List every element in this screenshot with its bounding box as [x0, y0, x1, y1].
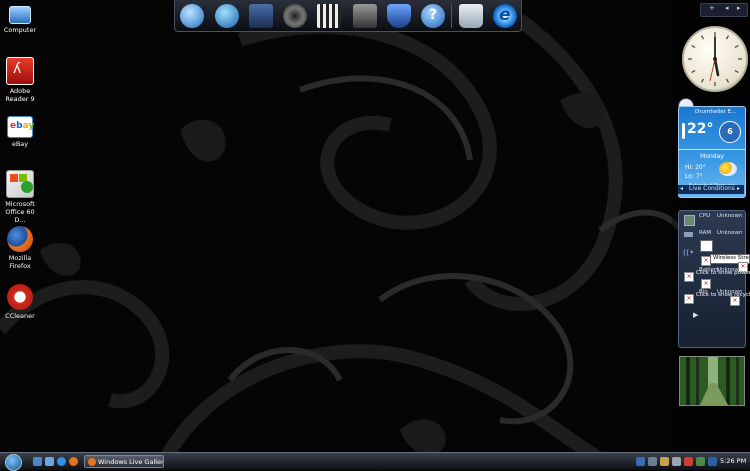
ram-label: RAM	[699, 230, 712, 236]
next-gadgets-button[interactable]: ▸	[737, 4, 741, 12]
weather-prev-button[interactable]: ◂	[680, 185, 683, 192]
forecast-day: Monday	[700, 153, 724, 160]
tray-network-icon[interactable]	[636, 457, 645, 466]
tray-volume-icon[interactable]	[648, 457, 657, 466]
recycle-bin-icon[interactable]	[459, 4, 483, 28]
desktop-icon-label: Microsoft Office 60 D...	[5, 200, 35, 224]
desktop-icon-ebay[interactable]: ebay eBay	[0, 116, 40, 148]
previous-gadgets-button[interactable]: ◂	[725, 4, 729, 12]
camera-icon[interactable]	[249, 4, 273, 28]
weather-next-button[interactable]: ▸	[737, 185, 740, 192]
ccleaner-icon	[7, 284, 33, 310]
weather-divider	[679, 149, 745, 150]
desktop-icon-ccleaner[interactable]: CCleaner	[0, 284, 40, 320]
firefox-quicklaunch-icon[interactable]	[69, 457, 78, 466]
desktop-icon-label: CCleaner	[5, 312, 35, 320]
thermometer-icon	[682, 123, 685, 139]
widget-placeholder	[700, 240, 713, 252]
slideshow-gadget[interactable]	[679, 356, 745, 406]
show-desktop-icon[interactable]	[33, 457, 42, 466]
clock-face	[688, 32, 742, 86]
recycle-prompt[interactable]: Click to show recycl	[696, 292, 750, 302]
weather-bar-label: Live Conditions	[689, 185, 735, 192]
tray-icon[interactable]	[708, 457, 717, 466]
clock-gadget[interactable]	[682, 26, 748, 92]
computer-icon	[9, 6, 31, 24]
desktop-icon-label: Mozilla Firefox	[8, 254, 32, 270]
help-icon[interactable]: ?	[421, 4, 445, 28]
office-icon	[6, 170, 34, 198]
switch-windows-icon[interactable]	[45, 457, 54, 466]
tray-icon[interactable]	[672, 457, 681, 466]
sidebar-controls: + ◂ ▸	[700, 3, 748, 17]
adobe-reader-icon: ʎ	[6, 57, 34, 85]
start-button[interactable]	[2, 453, 24, 471]
wireless-icon: ((•	[683, 248, 694, 257]
forecast-high: Hi: 20°	[685, 164, 706, 171]
tray-icon[interactable]	[660, 457, 669, 466]
partly-cloudy-icon	[719, 162, 737, 176]
desktop-icon-label: eBay	[11, 140, 29, 148]
desktop-icon-computer[interactable]: Computer	[0, 4, 40, 34]
taskbar-button-label: Windows Live Galler...	[98, 458, 164, 466]
windows-logo-icon	[5, 454, 22, 471]
broken-image-icon: ×	[684, 294, 694, 304]
taskbar-button-windows-live-gallery[interactable]: Windows Live Galler...	[84, 455, 164, 468]
forest-photo	[680, 357, 744, 405]
add-gadget-button[interactable]: +	[709, 4, 715, 12]
hour-hand	[713, 57, 720, 77]
dock-separator	[451, 4, 452, 28]
desktop-icon-label: Adobe Reader 9	[5, 87, 35, 103]
speaker-icon[interactable]	[283, 4, 307, 28]
broken-image-icon: ×	[730, 296, 740, 306]
cpu-icon	[684, 215, 695, 226]
globe-icon[interactable]	[215, 4, 239, 28]
weather-temperature: 22°	[687, 121, 714, 137]
mail-icon[interactable]	[180, 4, 204, 28]
cpu-value: Unknown	[717, 213, 743, 219]
cpu-label: CPU	[699, 213, 711, 219]
weather-uv-index: 6	[719, 121, 741, 143]
firefox-icon	[88, 458, 96, 466]
dock-bar: ? e	[174, 0, 522, 32]
pencil-cup-icon[interactable]	[353, 4, 377, 28]
ram-value: Unknown	[717, 230, 743, 236]
ie-quicklaunch-icon[interactable]	[57, 457, 66, 466]
weather-navigation-bar: ◂ Live Conditions ▸	[678, 185, 744, 194]
internet-explorer-icon[interactable]: e	[493, 4, 517, 28]
firefox-icon	[7, 226, 33, 252]
desktop-wallpaper	[0, 14, 693, 469]
ram-icon	[684, 232, 693, 237]
desktop-icon-label: Computer	[3, 26, 37, 34]
broken-image-icon: ×	[684, 272, 694, 282]
security-shield-icon[interactable]	[387, 4, 411, 28]
weather-location: Drumheller E...	[695, 109, 737, 115]
meter-expand-icon[interactable]: ▶	[693, 311, 698, 319]
desktop-icon-firefox[interactable]: Mozilla Firefox	[0, 226, 40, 270]
broken-image-icon: ×	[701, 279, 711, 289]
desktop-icon-office[interactable]: Microsoft Office 60 D...	[0, 170, 40, 224]
desktop-icon-adobe-reader[interactable]: ʎ Adobe Reader 9	[0, 57, 40, 103]
ebay-icon: ebay	[7, 116, 34, 138]
taskbar-clock[interactable]: 5:26 PM	[720, 457, 746, 465]
tray-icon[interactable]	[696, 457, 705, 466]
clapper-icon[interactable]	[317, 4, 341, 28]
taskbar: Windows Live Galler... 5:26 PM	[0, 452, 750, 471]
forecast-low: Lo: 7°	[685, 173, 703, 180]
tray-icon[interactable]	[684, 457, 693, 466]
second-hand	[709, 58, 716, 82]
